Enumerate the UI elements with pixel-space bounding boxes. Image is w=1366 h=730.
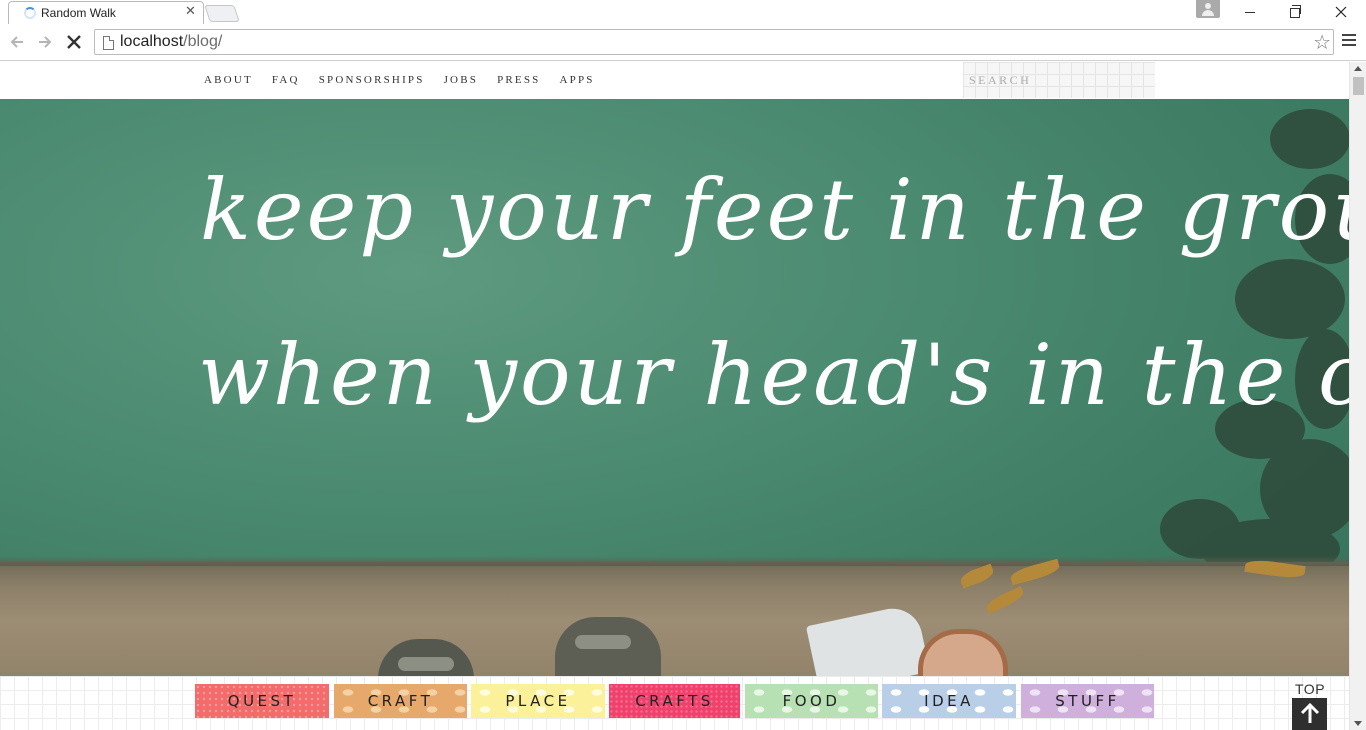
arrow-up-icon [1300, 702, 1319, 723]
hero-image: keep your feet in the ground when your h… [0, 99, 1349, 676]
category-idea[interactable]: IDEA [882, 684, 1016, 718]
browser-toolbar: localhost/blog/ ☆ [0, 24, 1366, 61]
back-to-top-label: TOP [1295, 681, 1326, 697]
scroll-down-icon[interactable] [1354, 721, 1362, 726]
search-input[interactable] [963, 62, 1155, 98]
site-header: ABOUT FAQ SPONSORSHIPS JOBS PRESS APPS [0, 62, 1349, 99]
scrollbar-thumb[interactable] [1353, 77, 1364, 95]
bookmark-star-icon[interactable]: ☆ [1313, 30, 1331, 54]
restore-button[interactable] [1272, 0, 1318, 24]
stop-icon [67, 35, 81, 49]
forward-arrow-icon [39, 36, 52, 48]
new-tab-button[interactable] [204, 5, 240, 22]
back-to-top-button[interactable] [1292, 698, 1327, 730]
stop-loading-button[interactable] [62, 30, 86, 54]
restore-icon [1290, 5, 1301, 18]
tab-title: Random Walk [41, 6, 116, 20]
right-shoe [555, 617, 661, 676]
url-text[interactable]: localhost/blog/ [120, 33, 222, 51]
category-food[interactable]: FOOD [745, 684, 878, 718]
tab-close-icon[interactable]: ✕ [185, 4, 196, 19]
hero-quote: keep your feet in the ground when your h… [198, 161, 1349, 424]
category-quest[interactable]: QUEST [195, 684, 329, 718]
page-viewport: ABOUT FAQ SPONSORSHIPS JOBS PRESS APPS S… [0, 62, 1349, 730]
category-place[interactable]: PLACE [471, 684, 605, 718]
address-bar[interactable]: localhost/blog/ ☆ [94, 29, 1334, 55]
hero-quote-line-2: when your head's in the clouds [198, 326, 1349, 424]
scroll-up-icon[interactable] [1354, 66, 1362, 71]
page-icon [103, 36, 114, 50]
browser-titlebar: Random Walk ✕ [0, 0, 1366, 24]
chrome-menu-icon[interactable] [1342, 34, 1356, 49]
hero-quote-line-1: keep your feet in the ground [200, 161, 1349, 259]
url-path: /blog/ [183, 33, 223, 50]
nav-apps[interactable]: APPS [559, 74, 594, 86]
page-scrollbar[interactable] [1349, 62, 1366, 730]
close-window-button[interactable] [1318, 0, 1364, 24]
back-arrow-icon [10, 36, 23, 48]
category-craft[interactable]: CRAFT [334, 684, 467, 718]
site-nav: ABOUT FAQ SPONSORSHIPS JOBS PRESS APPS [204, 74, 614, 86]
category-stuff[interactable]: STUFF [1021, 684, 1154, 718]
category-crafts[interactable]: CRAFTS [609, 684, 740, 718]
minimize-icon [1245, 11, 1255, 13]
nav-press[interactable]: PRESS [497, 74, 540, 86]
category-bar: QUEST CRAFT PLACE CRAFTS FOOD IDEA STUFF… [0, 676, 1349, 730]
back-button[interactable] [5, 30, 29, 54]
stone-ledge [0, 556, 1349, 676]
nav-faq[interactable]: FAQ [272, 74, 300, 86]
close-icon [1335, 6, 1347, 18]
nav-sponsorships[interactable]: SPONSORSHIPS [319, 74, 425, 86]
loading-spinner-icon [24, 7, 36, 19]
forward-button[interactable] [33, 30, 57, 54]
nav-about[interactable]: ABOUT [204, 74, 253, 86]
minimize-button[interactable] [1227, 0, 1273, 24]
url-host: localhost [120, 33, 184, 50]
profile-icon[interactable] [1196, 0, 1220, 18]
browser-tab[interactable]: Random Walk ✕ [8, 1, 204, 24]
nav-jobs[interactable]: JOBS [444, 74, 478, 86]
search-box [963, 62, 1155, 98]
